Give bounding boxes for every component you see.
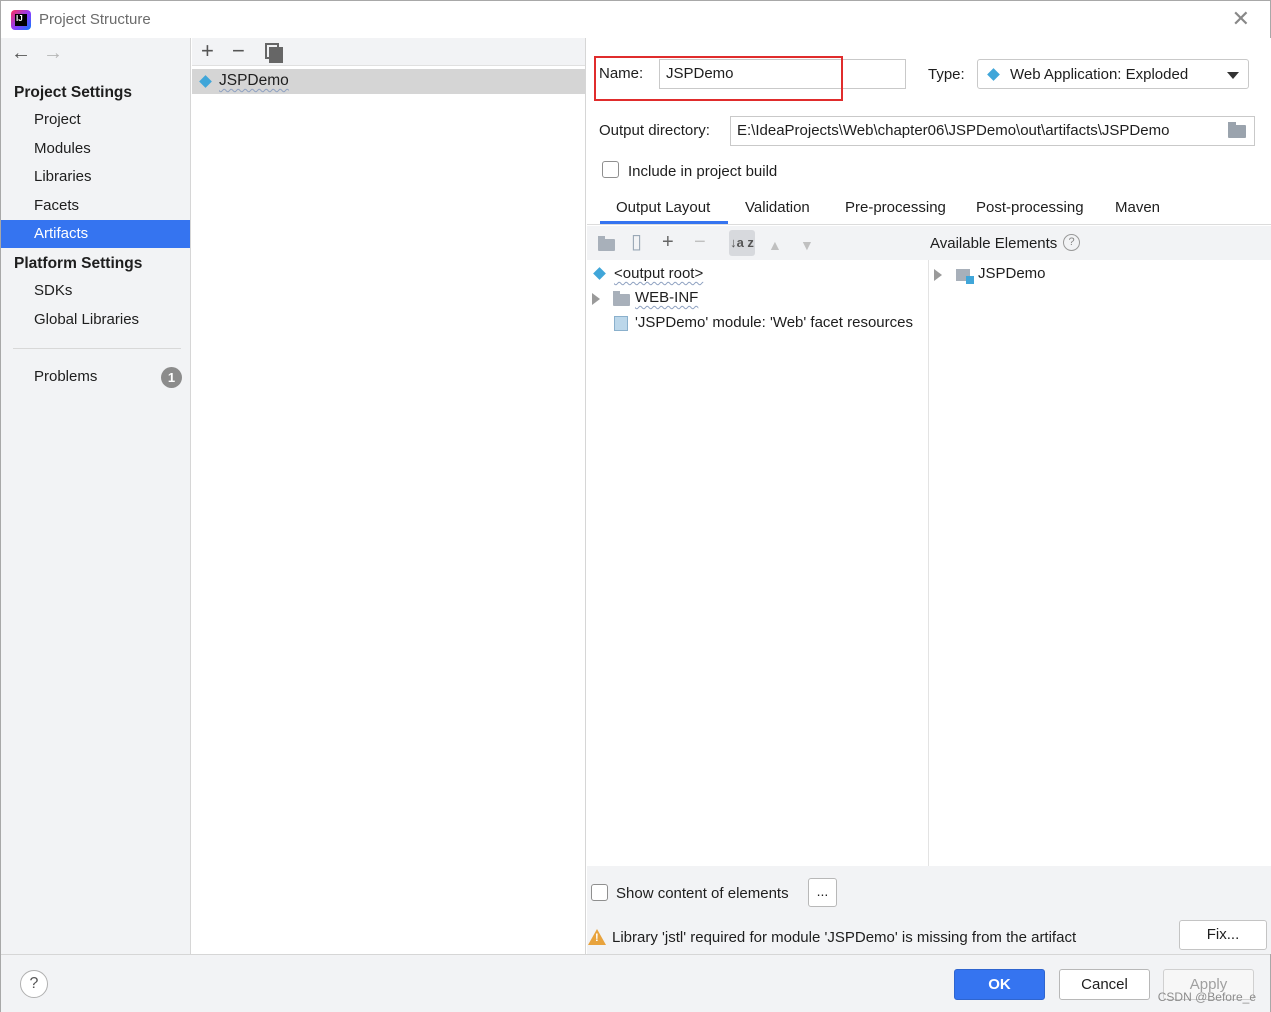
close-icon[interactable]: ✕ (1232, 7, 1250, 31)
tab-maven[interactable]: Maven (1115, 199, 1160, 216)
include-in-build-label: Include in project build (628, 163, 778, 180)
expand-arrow-icon[interactable] (592, 293, 600, 305)
platform-settings-header: Platform Settings (14, 255, 143, 272)
fix-button[interactable]: Fix... (1179, 920, 1267, 950)
expand-arrow-icon[interactable] (934, 269, 942, 281)
sidebar-item-project[interactable]: Project (1, 106, 190, 134)
archive-icon[interactable]: ▯ (631, 231, 642, 253)
artifact-list-item[interactable]: JSPDemo (192, 69, 585, 94)
show-content-checkbox[interactable] (591, 884, 608, 901)
ellipsis-button[interactable]: ... (808, 878, 837, 907)
output-directory-value: E:\IdeaProjects\Web\chapter06\JSPDemo\ou… (737, 122, 1170, 139)
web-artifact-icon (199, 75, 212, 88)
sidebar-item-problems[interactable]: Problems 1 (1, 363, 190, 391)
tab-post-processing[interactable]: Post-processing (976, 199, 1084, 216)
tab-validation[interactable]: Validation (745, 199, 810, 216)
artifact-bottom-bar: Show content of elements ... ! Library '… (587, 866, 1271, 954)
type-dropdown[interactable]: Web Application: Exploded (977, 59, 1249, 89)
tab-pre-processing[interactable]: Pre-processing (845, 199, 946, 216)
help-icon[interactable]: ? (1063, 234, 1080, 251)
output-directory-field[interactable]: E:\IdeaProjects\Web\chapter06\JSPDemo\ou… (730, 116, 1255, 146)
tree-item-facet-resources[interactable]: 'JSPDemo' module: 'Web' facet resources (587, 313, 927, 335)
sidebar-item-facets[interactable]: Facets (1, 192, 190, 220)
sidebar-divider (13, 348, 181, 349)
help-button[interactable]: ? (20, 970, 48, 998)
tree-item-module[interactable]: JSPDemo (930, 264, 1260, 286)
remove-icon[interactable]: − (232, 39, 245, 63)
module-label: JSPDemo (978, 265, 1046, 282)
module-icon (956, 269, 974, 284)
project-structure-dialog: IJ Project Structure ✕ ← → Project Settin… (0, 0, 1271, 1012)
sidebar-item-global-libraries[interactable]: Global Libraries (1, 306, 190, 334)
folder-icon (613, 291, 630, 306)
project-settings-header: Project Settings (14, 84, 132, 101)
history-arrows: ← → (11, 42, 75, 65)
problems-label: Problems (34, 368, 98, 385)
warning-message: Library 'jstl' required for module 'JSPD… (612, 929, 1077, 946)
forward-arrow-icon[interactable]: → (43, 42, 63, 64)
move-down-icon[interactable]: ▼ (800, 234, 814, 256)
watermark: CSDN @Before_e (1157, 990, 1256, 1004)
sidebar-item-sdks[interactable]: SDKs (1, 277, 190, 305)
include-in-build-checkbox[interactable] (602, 161, 619, 178)
type-label: Type: (928, 66, 965, 83)
browse-folder-icon[interactable] (1228, 122, 1246, 138)
facet-resources-label: 'JSPDemo' module: 'Web' facet resources (635, 314, 913, 331)
show-content-label: Show content of elements (616, 885, 789, 902)
chevron-down-icon (1227, 72, 1239, 79)
available-elements-label: Available Elements (930, 235, 1058, 252)
type-value: Web Application: Exploded (1010, 66, 1189, 83)
cancel-button[interactable]: Cancel (1059, 969, 1150, 1000)
sidebar-item-artifacts[interactable]: Artifacts (1, 220, 190, 248)
title-bar: IJ Project Structure ✕ (1, 1, 1270, 38)
output-directory-label: Output directory: (599, 122, 710, 139)
add-icon[interactable]: + (201, 39, 214, 63)
dialog-footer: ? OK Cancel Apply CSDN @Before_e (1, 954, 1270, 1012)
new-directory-icon[interactable] (598, 236, 615, 251)
intellij-logo-icon: IJ (11, 10, 31, 30)
output-layout-toolbar: ▯ + − ↓a z ▲ ▼ Available Elements ? (587, 226, 1271, 260)
artifact-name: JSPDemo (219, 72, 289, 89)
tree-item-web-inf[interactable]: WEB-INF (587, 288, 927, 310)
artifacts-list-panel: + − JSPDemo (192, 38, 586, 954)
window-title: Project Structure (39, 11, 151, 28)
settings-sidebar: ← → Project Settings Project Modules Libr… (1, 38, 191, 954)
move-up-icon[interactable]: ▲ (768, 234, 782, 256)
web-artifact-icon (987, 68, 1000, 81)
highlight-annotation (594, 56, 843, 101)
facet-resources-icon (614, 316, 628, 331)
output-root-label: <output root> (614, 265, 704, 282)
back-arrow-icon[interactable]: ← (11, 42, 31, 64)
active-tab-indicator (600, 221, 728, 224)
add-element-icon[interactable]: + (662, 231, 674, 253)
artifact-details-panel: Name: JSPDemo Type: Web Application: Exp… (587, 38, 1271, 954)
remove-element-icon[interactable]: − (694, 231, 706, 253)
tab-output-layout[interactable]: Output Layout (616, 199, 710, 216)
sidebar-item-modules[interactable]: Modules (1, 135, 190, 163)
warning-icon: ! (588, 929, 606, 945)
problems-count-badge: 1 (161, 367, 182, 388)
tree-item-output-root[interactable]: <output root> (587, 264, 927, 286)
output-layout-tree: <output root> WEB-INF 'JSPDemo' module: … (587, 260, 929, 866)
sort-elements-icon[interactable]: ↓a z (729, 230, 755, 256)
sidebar-item-libraries[interactable]: Libraries (1, 163, 190, 191)
copy-icon[interactable] (265, 43, 283, 63)
available-elements-tree: JSPDemo (930, 260, 1271, 866)
web-inf-label: WEB-INF (635, 289, 699, 306)
ok-button[interactable]: OK (954, 969, 1045, 1000)
output-root-icon (593, 267, 606, 280)
artifacts-toolbar: + − (192, 38, 585, 66)
